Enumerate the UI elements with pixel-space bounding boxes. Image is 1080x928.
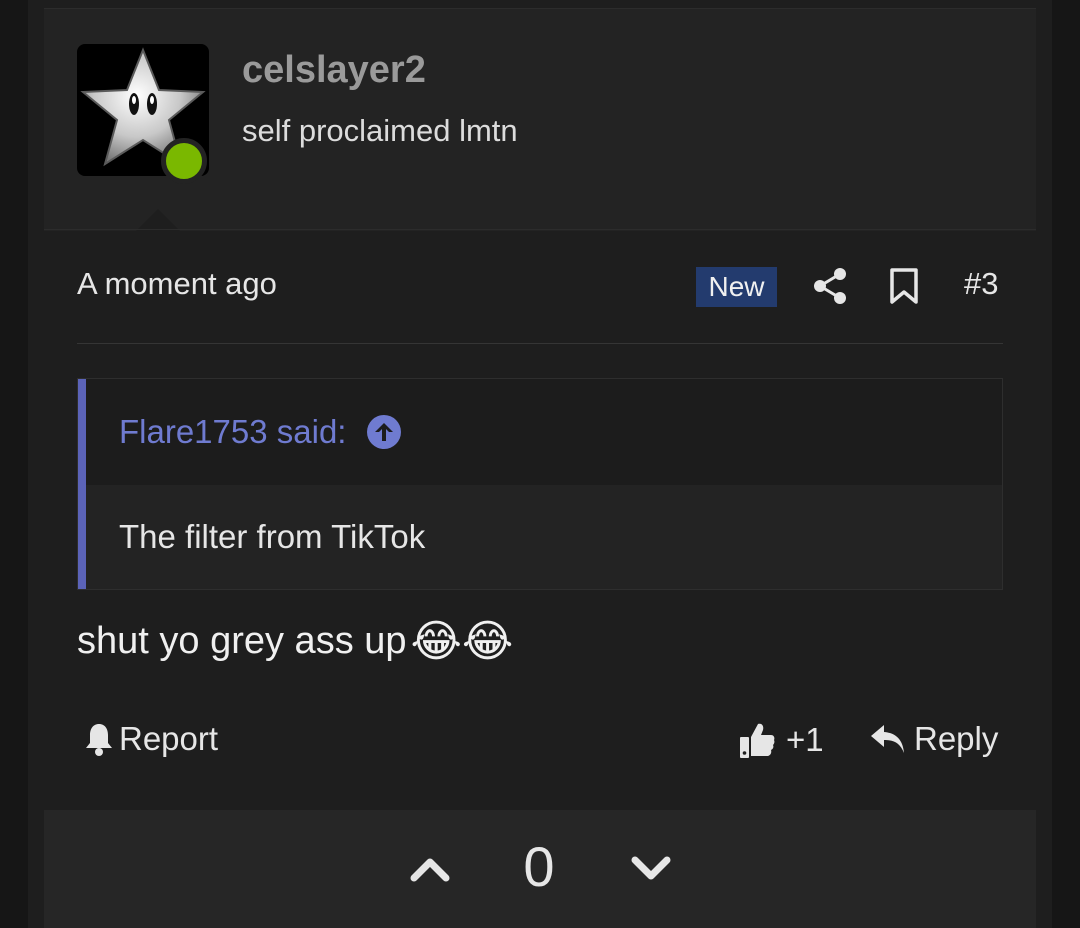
thumbs-up-icon xyxy=(740,723,775,758)
post-message: shut yo grey ass up 😂😂 xyxy=(77,616,513,667)
arrow-up-circle-icon[interactable] xyxy=(366,414,402,450)
bookmark-icon[interactable] xyxy=(888,266,920,306)
quote-body: The filter from TikTok xyxy=(86,485,1002,589)
post-timestamp[interactable]: A moment ago xyxy=(77,266,277,302)
quote-block: Flare1753 said: The filter from TikTok xyxy=(77,378,1003,590)
user-header: celslayer2 self proclaimed lmtn xyxy=(44,8,1036,239)
report-label: Report xyxy=(119,720,219,757)
share-icon[interactable] xyxy=(812,266,848,306)
meta-divider xyxy=(77,343,1003,344)
chevron-up-icon[interactable] xyxy=(409,850,451,886)
quote-text: The filter from TikTok xyxy=(119,518,426,555)
report-button[interactable]: Report xyxy=(83,720,218,758)
like-button[interactable]: +1 xyxy=(738,720,824,760)
quote-header: Flare1753 said: xyxy=(86,379,1002,485)
reply-label: Reply xyxy=(914,720,999,757)
reply-arrow-icon xyxy=(871,725,904,753)
new-badge: New xyxy=(696,267,777,307)
bell-icon xyxy=(86,724,112,756)
chevron-down-icon[interactable] xyxy=(630,850,672,886)
header-notch xyxy=(128,209,188,239)
username[interactable]: celslayer2 xyxy=(242,49,426,92)
vote-count: 0 xyxy=(523,835,555,898)
post-number-link[interactable]: #3 xyxy=(964,266,998,302)
message-text: shut yo grey ass up xyxy=(77,620,407,662)
vote-bar: 0 xyxy=(44,810,1036,928)
online-status-indicator xyxy=(161,138,207,184)
post-container: celslayer2 self proclaimed lmtn A moment… xyxy=(28,0,1052,928)
reply-button[interactable]: Reply xyxy=(870,720,998,758)
header-divider xyxy=(44,229,1036,230)
quote-author-link[interactable]: Flare1753 said: xyxy=(119,413,346,451)
laughing-emoji-icon: 😂😂 xyxy=(410,617,514,666)
quote-accent-bar xyxy=(78,379,86,589)
user-title: self proclaimed lmtn xyxy=(242,113,518,148)
like-count: +1 xyxy=(786,721,824,758)
